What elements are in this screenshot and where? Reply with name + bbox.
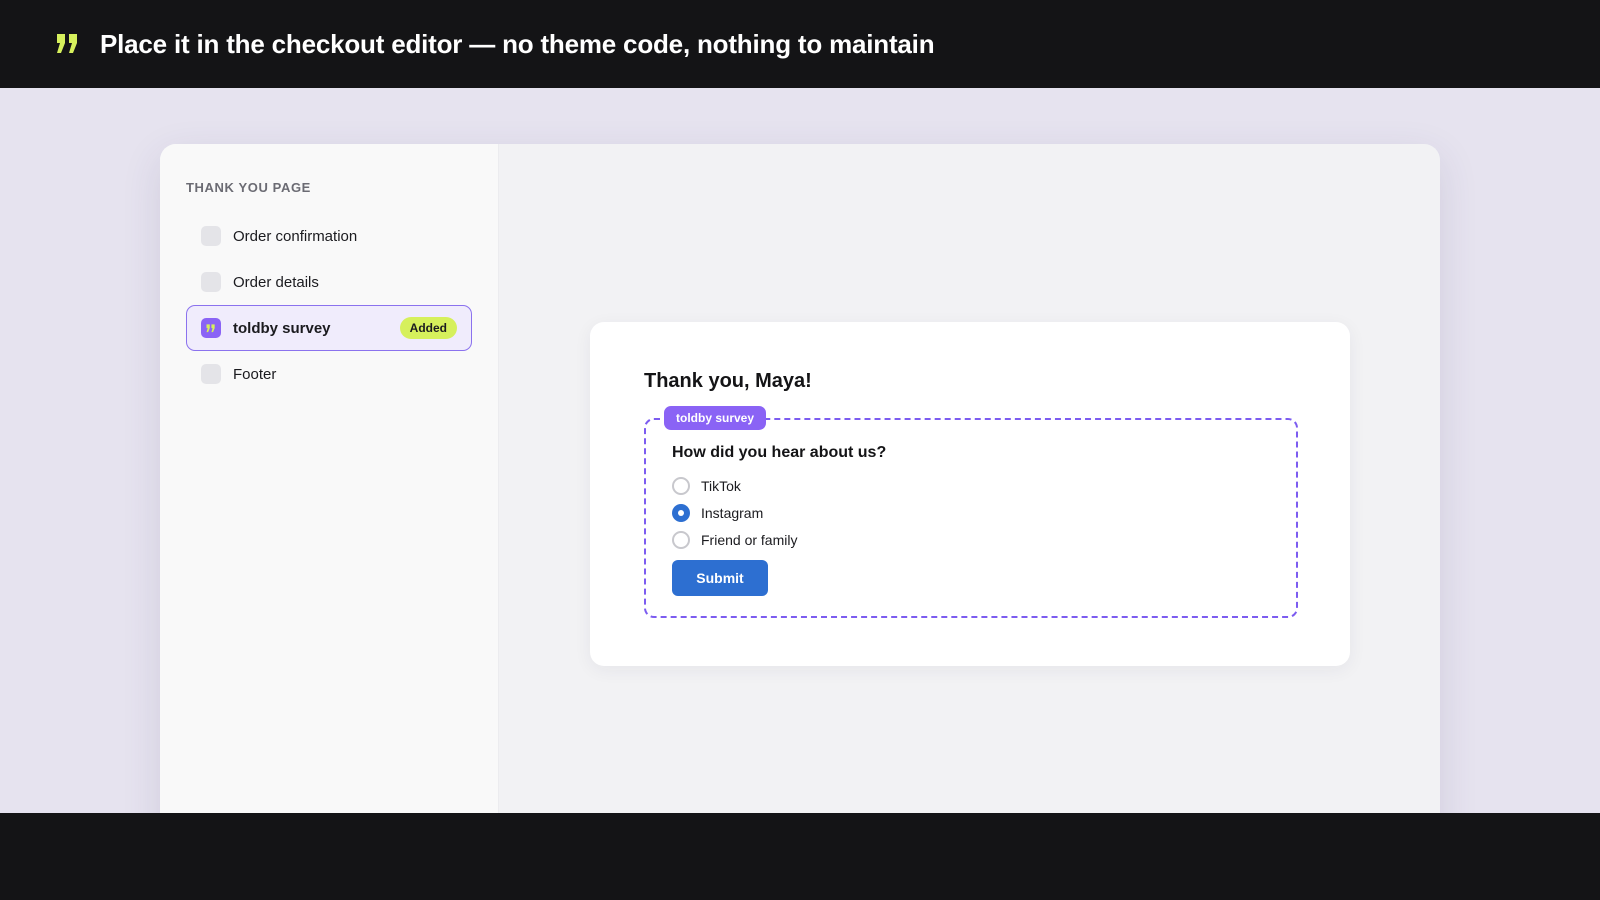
- submit-button[interactable]: Submit: [672, 560, 768, 596]
- block-checkbox-icon: [201, 272, 221, 292]
- radio-unchecked-icon[interactable]: [672, 530, 690, 549]
- thank-you-card: Thank you, Maya! toldby survey How did y…: [590, 322, 1350, 666]
- survey-block-tag: toldby survey: [664, 406, 767, 430]
- block-checkbox-icon: [201, 226, 221, 246]
- bottom-banner: [0, 813, 1600, 900]
- checkout-editor: THANK YOU PAGE Order confirmation Order …: [160, 144, 1440, 813]
- option-label: TikTok: [701, 477, 741, 494]
- sidebar-item-toldby-survey[interactable]: toldby survey Added: [186, 305, 472, 351]
- editor-sidebar: THANK YOU PAGE Order confirmation Order …: [160, 144, 499, 813]
- sidebar-item-order-confirmation[interactable]: Order confirmation: [186, 213, 472, 259]
- sidebar-item-label: toldby survey: [233, 319, 331, 337]
- option-label: Friend or family: [701, 531, 798, 548]
- survey-question: How did you hear about us?: [672, 444, 887, 461]
- sidebar-item-label: Order details: [233, 273, 319, 291]
- sidebar-item-label: Footer: [233, 365, 277, 383]
- option-friend-or-family[interactable]: Friend or family: [672, 526, 797, 553]
- option-instagram[interactable]: Instagram: [672, 499, 797, 526]
- sidebar-item-footer[interactable]: Footer: [186, 351, 472, 397]
- thank-you-title: Thank you, Maya!: [644, 370, 812, 392]
- sidebar-title: THANK YOU PAGE: [186, 180, 311, 195]
- radio-unchecked-icon[interactable]: [672, 476, 690, 495]
- added-badge: Added: [399, 317, 457, 339]
- option-tiktok[interactable]: TikTok: [672, 472, 797, 499]
- sidebar-item-order-details[interactable]: Order details: [186, 259, 472, 305]
- survey-options: TikTok Instagram Friend or family: [672, 472, 797, 553]
- quote-icon: [56, 32, 80, 56]
- headline: Place it in the checkout editor — no the…: [100, 28, 935, 59]
- sidebar-item-label: Order confirmation: [233, 227, 358, 245]
- preview-canvas: Thank you, Maya! toldby survey How did y…: [499, 144, 1440, 813]
- option-label: Instagram: [701, 504, 764, 521]
- toldby-app-icon: [201, 318, 221, 338]
- radio-checked-icon[interactable]: [672, 503, 690, 522]
- survey-block[interactable]: toldby survey How did you hear about us?…: [644, 406, 1298, 618]
- top-banner: Place it in the checkout editor — no the…: [0, 0, 1600, 88]
- stage-background: THANK YOU PAGE Order confirmation Order …: [0, 88, 1600, 813]
- block-checkbox-icon: [201, 364, 221, 384]
